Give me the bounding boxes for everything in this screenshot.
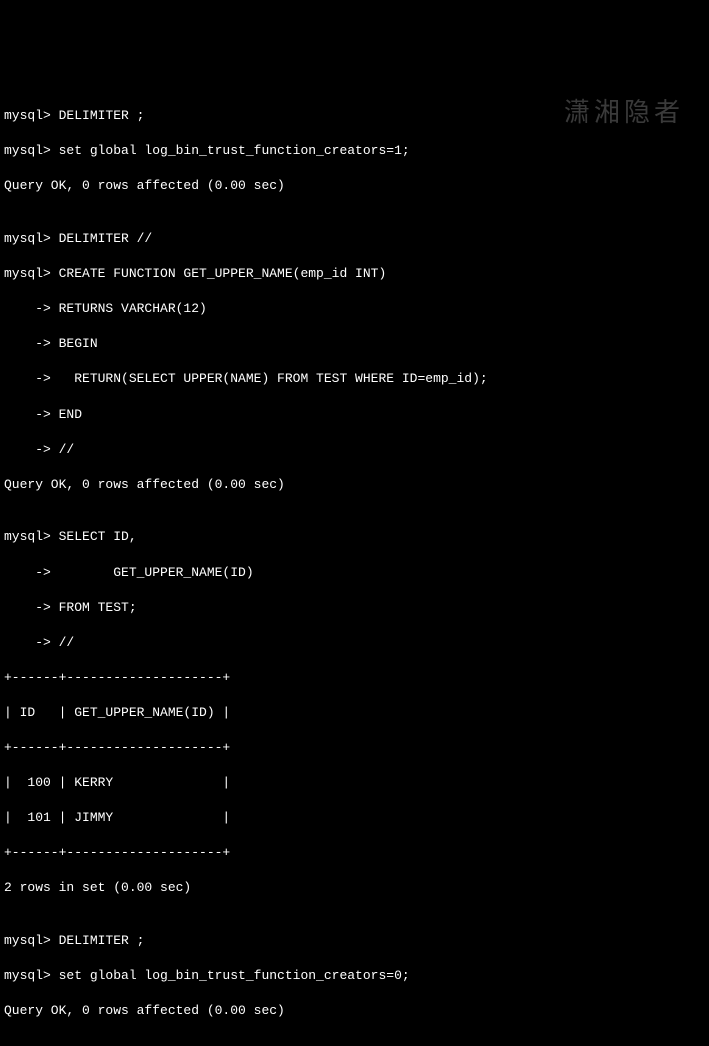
terminal-line: -> FROM TEST; bbox=[4, 599, 705, 617]
terminal-line: Query OK, 0 rows affected (0.00 sec) bbox=[4, 177, 705, 195]
terminal-line: mysql> set global log_bin_trust_function… bbox=[4, 967, 705, 985]
terminal-line: -> // bbox=[4, 441, 705, 459]
terminal-line: 2 rows in set (0.00 sec) bbox=[4, 879, 705, 897]
table-header: | ID | GET_UPPER_NAME(ID) | bbox=[4, 704, 705, 722]
terminal-line: mysql> SELECT ID, bbox=[4, 528, 705, 546]
table-border: +------+--------------------+ bbox=[4, 844, 705, 862]
terminal-line: mysql> DELIMITER // bbox=[4, 230, 705, 248]
terminal-line: Query OK, 0 rows affected (0.00 sec) bbox=[4, 1002, 705, 1020]
terminal-line: -> RETURN(SELECT UPPER(NAME) FROM TEST W… bbox=[4, 370, 705, 388]
terminal-line: -> BEGIN bbox=[4, 335, 705, 353]
table-border: +------+--------------------+ bbox=[4, 739, 705, 757]
terminal-line: -> // bbox=[4, 634, 705, 652]
terminal-line: mysql> CREATE FUNCTION GET_UPPER_NAME(em… bbox=[4, 265, 705, 283]
terminal-line: Query OK, 0 rows affected (0.00 sec) bbox=[4, 476, 705, 494]
terminal-line: -> GET_UPPER_NAME(ID) bbox=[4, 564, 705, 582]
table-border: +------+--------------------+ bbox=[4, 669, 705, 687]
terminal-line: mysql> set global log_bin_trust_function… bbox=[4, 142, 705, 160]
terminal-line: mysql> DELIMITER ; bbox=[4, 932, 705, 950]
table-row: | 100 | KERRY | bbox=[4, 774, 705, 792]
terminal-line: mysql> DELIMITER ; bbox=[4, 107, 705, 125]
table-row: | 101 | JIMMY | bbox=[4, 809, 705, 827]
terminal-line: -> RETURNS VARCHAR(12) bbox=[4, 300, 705, 318]
terminal-line: -> END bbox=[4, 406, 705, 424]
